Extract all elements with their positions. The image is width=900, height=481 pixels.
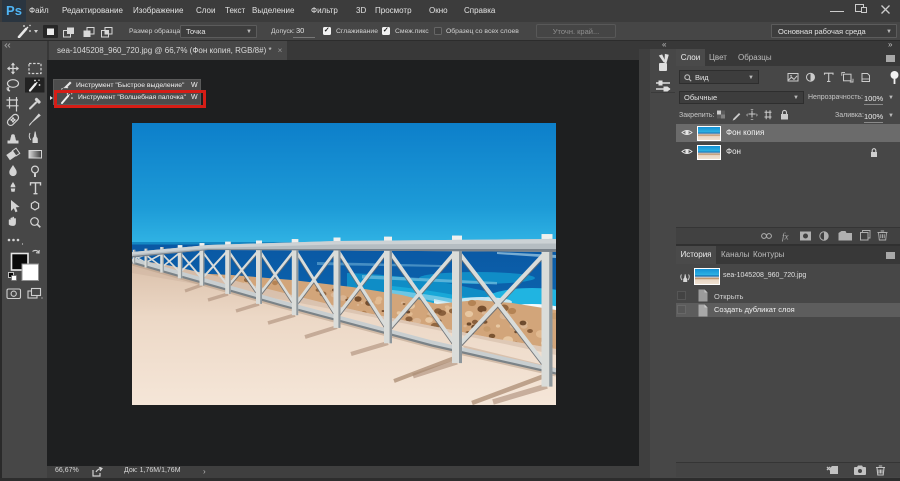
svg-text:fx: fx	[782, 232, 789, 242]
